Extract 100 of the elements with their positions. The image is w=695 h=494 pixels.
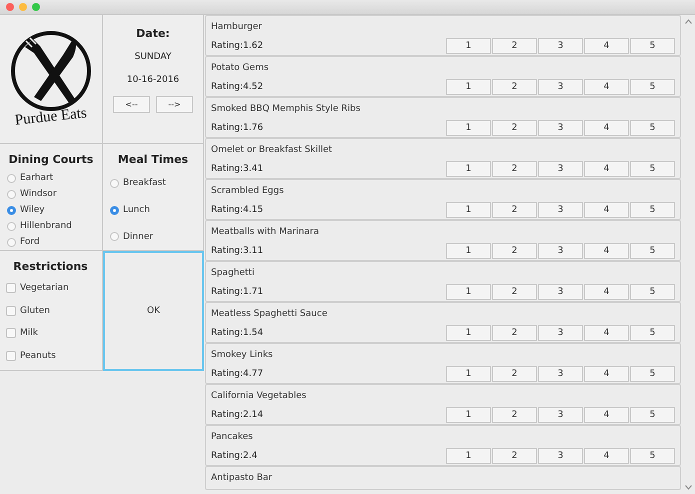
rating-button[interactable]: 2	[492, 406, 537, 422]
rating-button[interactable]: 1	[446, 242, 491, 258]
radio-label: Dinner	[123, 232, 154, 242]
checkbox[interactable]	[6, 350, 16, 361]
dish-name: Meatballs with Marinara	[211, 226, 320, 239]
dish-name: Hamburger	[211, 21, 263, 34]
rating-button[interactable]: 3	[538, 406, 583, 422]
rating-button[interactable]: 5	[630, 366, 675, 382]
rating-button[interactable]: 4	[584, 448, 629, 464]
close-button[interactable]	[6, 3, 14, 11]
rating-button[interactable]: 3	[538, 242, 583, 258]
rating-button[interactable]: 2	[492, 242, 537, 258]
rating-button[interactable]: 3	[538, 78, 583, 94]
zoom-button[interactable]	[32, 3, 40, 11]
radio-button[interactable]	[110, 178, 119, 188]
rating-button[interactable]: 5	[630, 120, 675, 136]
rating-button[interactable]: 4	[584, 78, 629, 94]
checkbox-label: Milk	[20, 328, 38, 338]
rating-button[interactable]: 5	[630, 242, 675, 258]
rating-button[interactable]: 1	[446, 284, 491, 300]
rating-button[interactable]: 4	[584, 324, 629, 340]
rating-label: Rating:1.54	[211, 328, 264, 338]
rating-label: Rating:4.15	[211, 204, 264, 214]
checkbox[interactable]	[6, 328, 16, 338]
rating-button[interactable]: 5	[630, 160, 675, 176]
rating-button[interactable]: 1	[446, 406, 491, 422]
restrictions-heading: Restrictions	[13, 260, 88, 273]
rating-button[interactable]: 2	[492, 78, 537, 94]
radio-label: Earhart	[20, 173, 54, 183]
scroll-down-icon[interactable]	[684, 485, 692, 490]
rating-button[interactable]: 4	[584, 120, 629, 136]
radio-button[interactable]	[7, 206, 16, 214]
rating-button[interactable]: 2	[492, 448, 537, 464]
dish-name: Smokey Links	[211, 349, 274, 362]
checkbox[interactable]	[6, 306, 16, 316]
checkbox[interactable]	[6, 283, 16, 294]
radio-button[interactable]	[7, 190, 16, 198]
rating-button[interactable]: 2	[492, 202, 537, 218]
rating-button[interactable]: 1	[446, 38, 491, 54]
radio-button[interactable]	[110, 206, 119, 214]
dish-name: California Vegetables	[211, 390, 308, 403]
date-heading: Date:	[136, 27, 170, 40]
rating-label: Rating:3.11	[211, 246, 264, 256]
rating-button[interactable]: 2	[492, 366, 537, 382]
radio-button[interactable]	[110, 232, 119, 242]
rating-button[interactable]: 5	[630, 448, 675, 464]
dish-name: Scrambled Eggs	[211, 185, 285, 198]
radio-label: Windsor	[20, 189, 57, 199]
rating-label: Rating:4.52	[211, 82, 264, 92]
rating-button[interactable]: 2	[492, 324, 537, 340]
rating-button[interactable]: 4	[584, 38, 629, 54]
rating-button[interactable]: 4	[584, 406, 629, 422]
rating-button[interactable]: 5	[630, 202, 675, 218]
rating-button[interactable]: 2	[492, 120, 537, 136]
rating-button[interactable]: 5	[630, 284, 675, 300]
rating-button[interactable]: 4	[584, 366, 629, 382]
scroll-up-icon[interactable]	[684, 19, 692, 24]
ok-button[interactable]: OK	[103, 251, 204, 371]
dish-name: Meatless Spaghetti Sauce	[211, 308, 328, 321]
rating-label: Rating:2.4	[211, 450, 258, 460]
rating-button[interactable]: 5	[630, 78, 675, 94]
rating-button[interactable]: 3	[538, 324, 583, 340]
rating-button[interactable]: 1	[446, 448, 491, 464]
radio-button[interactable]	[7, 174, 16, 182]
minimize-button[interactable]	[19, 3, 27, 11]
rating-button[interactable]: 1	[446, 366, 491, 382]
previous-day-button[interactable]: <--	[113, 96, 150, 113]
rating-label: Rating:1.62	[211, 40, 264, 50]
rating-button[interactable]: 1	[446, 160, 491, 176]
rating-button[interactable]: 4	[584, 242, 629, 258]
rating-button[interactable]: 3	[538, 448, 583, 464]
rating-label: Rating:4.77	[211, 368, 264, 378]
rating-button[interactable]: 2	[492, 284, 537, 300]
rating-button[interactable]: 3	[538, 284, 583, 300]
rating-button[interactable]: 3	[538, 160, 583, 176]
rating-button[interactable]: 3	[538, 366, 583, 382]
dining-courts-heading: Dining Courts	[8, 153, 94, 166]
checkbox-label: Vegetarian	[20, 283, 69, 294]
rating-button[interactable]: 5	[630, 406, 675, 422]
next-day-button[interactable]: -->	[156, 96, 193, 113]
rating-button[interactable]: 1	[446, 324, 491, 340]
rating-button[interactable]: 5	[630, 324, 675, 340]
rating-button[interactable]: 4	[584, 202, 629, 218]
dish-name: Spaghetti	[211, 267, 256, 280]
meal-times-heading: Meal Times	[118, 153, 188, 166]
rating-button[interactable]: 3	[538, 38, 583, 54]
rating-button[interactable]: 4	[584, 160, 629, 176]
dish-name: Smoked BBQ Memphis Style Ribs	[211, 103, 362, 116]
rating-button[interactable]: 4	[584, 284, 629, 300]
rating-button[interactable]: 3	[538, 120, 583, 136]
rating-button[interactable]: 5	[630, 38, 675, 54]
rating-button[interactable]: 1	[446, 120, 491, 136]
radio-button[interactable]	[7, 222, 16, 230]
rating-button[interactable]: 1	[446, 202, 491, 218]
rating-button[interactable]: 2	[492, 38, 537, 54]
rating-button[interactable]: 2	[492, 160, 537, 176]
rating-label: Rating:3.41	[211, 164, 264, 174]
rating-button[interactable]: 1	[446, 78, 491, 94]
radio-button[interactable]	[7, 238, 16, 246]
rating-button[interactable]: 3	[538, 202, 583, 218]
